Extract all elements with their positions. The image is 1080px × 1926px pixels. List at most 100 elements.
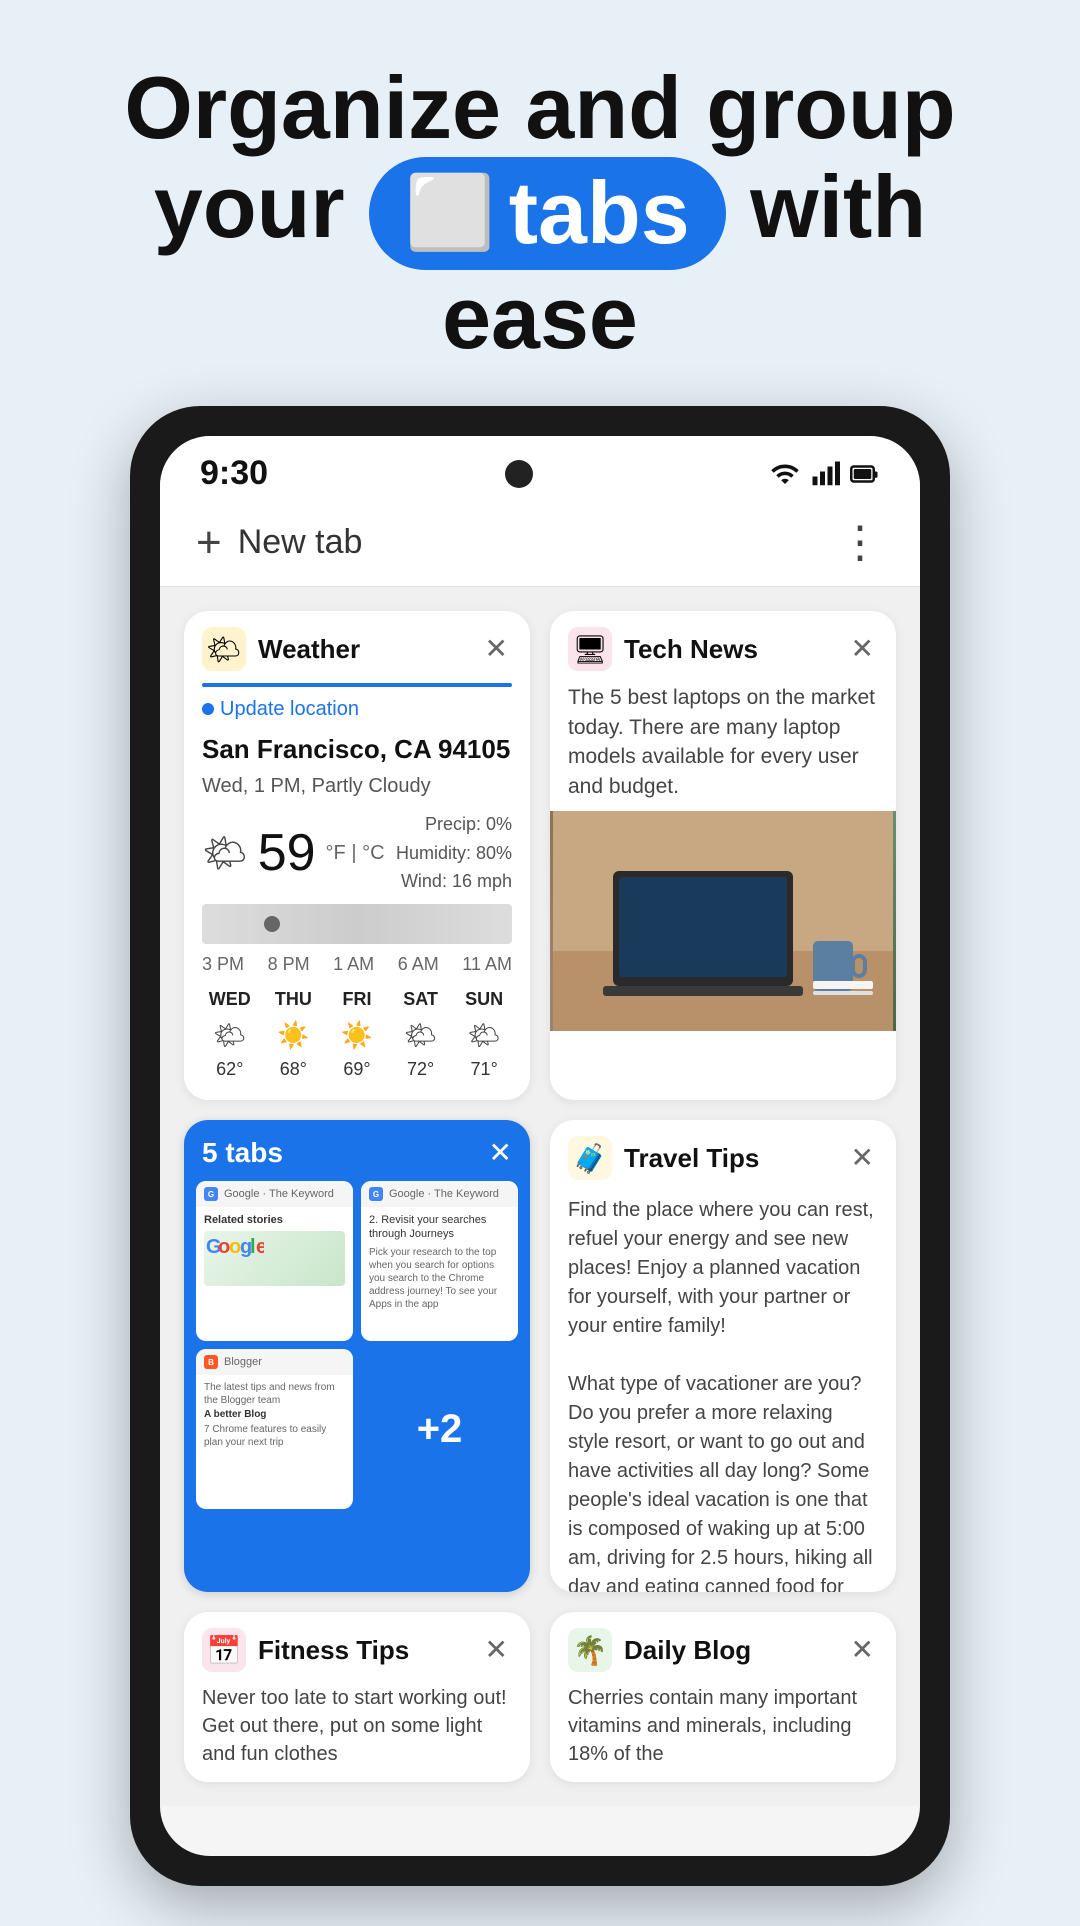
forecast-wed: WED 🌤 62°: [202, 987, 258, 1082]
daily-blog-tab-card[interactable]: 🌴 Daily Blog ✕ Cherries contain many imp…: [550, 1612, 896, 1782]
mini-tab-2-url: Google · The Keyword: [389, 1188, 510, 1200]
travel-card-text: Find the place where you can rest, refue…: [550, 1192, 896, 1592]
update-location[interactable]: Update location: [202, 695, 512, 723]
signal-icon: [810, 459, 840, 489]
forecast-sun: SUN 🌤 71°: [456, 987, 512, 1082]
tabs-grid: 🌤 Weather ✕ Update location San Francisc…: [160, 587, 920, 1806]
forecast-row: WED 🌤 62° THU ☀️ 68° FRI ☀️: [202, 987, 512, 1082]
fitness-title-area: 📅 Fitness Tips: [202, 1628, 409, 1672]
weather-temp-row: 🌤 59 °F | °C Precip: 0% Humidity: 80% Wi…: [202, 810, 512, 896]
tech-card-image: [550, 811, 896, 1031]
weather-city: San Francisco, CA 94105: [202, 731, 512, 767]
mini-tab-2-header: G Google · The Keyword: [361, 1181, 518, 1207]
mini-tab-1[interactable]: G Google · The Keyword Related stories G…: [196, 1181, 353, 1341]
weather-unit: °F | °C: [326, 839, 385, 867]
travel-card-header: 🧳 Travel Tips ✕: [550, 1120, 896, 1192]
blog-card-header: 🌴 Daily Blog ✕: [550, 1612, 896, 1684]
mini-tab-1-favicon: G: [204, 1187, 218, 1201]
tabs-badge: ⬜ tabs: [369, 157, 726, 270]
fitness-card-title: Fitness Tips: [258, 1635, 409, 1666]
update-location-label: Update location: [220, 695, 359, 723]
time-3: 1 AM: [333, 952, 374, 977]
tabs-group-count: 5 tabs: [202, 1137, 283, 1169]
weather-card-header: 🌤 Weather ✕: [184, 611, 530, 683]
fitness-close-button[interactable]: ✕: [481, 1632, 512, 1668]
weather-humidity: Humidity: 80%: [396, 839, 512, 868]
tech-icon: 🖥: [568, 627, 612, 671]
time-1: 3 PM: [202, 952, 244, 977]
tech-card-header: 🖥 Tech News ✕: [550, 611, 896, 683]
fitness-tips-tab-card[interactable]: 📅 Fitness Tips ✕ Never too late to start…: [184, 1612, 530, 1782]
mini-tab-3-content: The latest tips and news from the Blogge…: [196, 1375, 353, 1455]
forecast-thu: THU ☀️ 68°: [266, 987, 322, 1082]
mini-tab-2-content: 2. Revisit your searches through Journey…: [361, 1207, 518, 1317]
mini-tab-3-favicon: B: [204, 1355, 218, 1369]
new-tab-button[interactable]: + New tab: [196, 518, 362, 568]
weather-close-button[interactable]: ✕: [481, 631, 512, 667]
weather-title-area: 🌤 Weather: [202, 627, 360, 671]
mini-tab-2-favicon: G: [369, 1187, 383, 1201]
tabs-group-card[interactable]: 5 tabs ✕ G Google · The Keyword Related …: [184, 1120, 530, 1592]
tech-card-title: Tech News: [624, 634, 758, 665]
status-time: 9:30: [200, 454, 268, 493]
mini-tab-2[interactable]: G Google · The Keyword 2. Revisit your s…: [361, 1181, 518, 1341]
tech-close-button[interactable]: ✕: [847, 631, 878, 667]
weather-timeline: [202, 904, 512, 944]
tech-card-text: The 5 best laptops on the market today. …: [550, 683, 896, 811]
tab-badge-icon: ⬜: [405, 174, 495, 253]
tabs-group-close-button[interactable]: ✕: [489, 1136, 512, 1169]
hero-line2-prefix: your: [154, 157, 345, 256]
plus-count-label: +2: [417, 1407, 463, 1452]
hero-title: Organize and group your ⬜ tabs with ease: [60, 60, 1020, 366]
mini-tab-1-content: Related stories G o o g l: [196, 1207, 353, 1292]
forecast-sat: SAT 🌤 72°: [393, 987, 449, 1082]
travel-title-area: 🧳 Travel Tips: [568, 1136, 759, 1180]
fitness-icon: 📅: [202, 1628, 246, 1672]
phone-wrapper: 9:30 + New tab ⋮: [0, 406, 1080, 1926]
weather-desc: Wed, 1 PM, Partly Cloudy: [202, 772, 512, 800]
phone-mockup: 9:30 + New tab ⋮: [130, 406, 950, 1886]
blog-icon: 🌴: [568, 1628, 612, 1672]
overflow-menu-button[interactable]: ⋮: [838, 517, 884, 568]
mini-tab-1-header: G Google · The Keyword: [196, 1181, 353, 1207]
chrome-bar: + New tab ⋮: [160, 503, 920, 587]
laptop-image-svg: [550, 811, 896, 1031]
fitness-card-header: 📅 Fitness Tips ✕: [184, 1612, 530, 1684]
wifi-icon: [770, 459, 800, 489]
time-2: 8 PM: [268, 952, 310, 977]
time-5: 11 AM: [462, 952, 512, 977]
plus-count-tile[interactable]: +2: [361, 1349, 518, 1509]
weather-icon: 🌤: [202, 627, 246, 671]
location-dot-icon: [202, 703, 214, 715]
blog-close-button[interactable]: ✕: [847, 1632, 878, 1668]
time-4: 6 AM: [398, 952, 439, 977]
mini-tab-3-header: B Blogger: [196, 1349, 353, 1375]
weather-precip: Precip: 0%: [396, 810, 512, 839]
plus-icon: +: [196, 518, 222, 568]
weather-tab-card[interactable]: 🌤 Weather ✕ Update location San Francisc…: [184, 611, 530, 1100]
weather-wind: Wind: 16 mph: [396, 867, 512, 896]
blog-card-text: Cherries contain many important vitamins…: [550, 1684, 896, 1782]
battery-icon: [850, 459, 880, 489]
new-tab-label: New tab: [238, 523, 363, 562]
hero-section: Organize and group your ⬜ tabs with ease: [0, 0, 1080, 406]
weather-accent-bar: [202, 683, 512, 687]
travel-tips-tab-card[interactable]: 🧳 Travel Tips ✕ Find the place where you…: [550, 1120, 896, 1592]
status-bar: 9:30: [160, 436, 920, 503]
tabs-group-header: 5 tabs ✕: [184, 1120, 530, 1181]
blog-card-title: Daily Blog: [624, 1635, 751, 1666]
weather-card-title: Weather: [258, 634, 360, 665]
weather-temp-number: 59: [258, 817, 316, 890]
travel-close-button[interactable]: ✕: [847, 1140, 878, 1176]
svg-text:l: l: [250, 1236, 256, 1258]
tabs-group-grid: G Google · The Keyword Related stories G…: [184, 1181, 530, 1525]
mini-tab-1-url: Google · The Keyword: [224, 1188, 345, 1200]
tech-title-area: 🖥 Tech News: [568, 627, 758, 671]
mini-tab-3[interactable]: B Blogger The latest tips and news from …: [196, 1349, 353, 1509]
hero-line1: Organize and group: [124, 58, 955, 157]
tech-news-tab-card[interactable]: 🖥 Tech News ✕ The 5 best laptops on the …: [550, 611, 896, 1100]
timeline-marker: [264, 916, 280, 932]
weather-card-content: Update location San Francisco, CA 94105 …: [184, 695, 530, 1100]
weather-condition-icon: 🌤: [202, 828, 248, 878]
weather-details: Precip: 0% Humidity: 80% Wind: 16 mph: [396, 810, 512, 896]
